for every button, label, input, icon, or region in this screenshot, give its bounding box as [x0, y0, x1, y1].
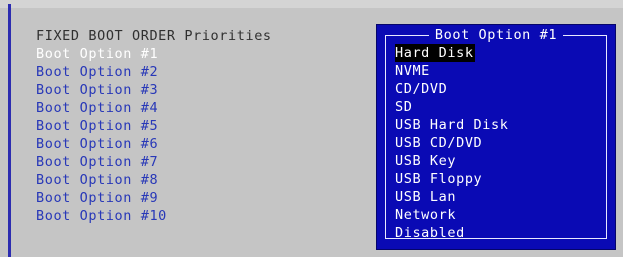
popup-title-row: Boot Option #1 [377, 26, 615, 44]
boot-option-2[interactable]: Boot Option #2 [36, 63, 272, 81]
boot-option-6[interactable]: Boot Option #6 [36, 135, 272, 153]
boot-option-5[interactable]: Boot Option #5 [36, 117, 272, 135]
popup-item-usb-cd-dvd[interactable]: USB CD/DVD [395, 134, 482, 152]
top-band [0, 0, 623, 8]
boot-option-8[interactable]: Boot Option #8 [36, 171, 272, 189]
popup-item-disabled[interactable]: Disabled [395, 224, 465, 242]
popup-item-usb-lan[interactable]: USB Lan [395, 188, 456, 206]
boot-order-list: FIXED BOOT ORDER Priorities Boot Option … [36, 27, 272, 225]
popup-item-network[interactable]: Network [395, 206, 456, 224]
left-frame-border [8, 4, 11, 257]
boot-order-heading: FIXED BOOT ORDER Priorities [36, 28, 272, 44]
popup-item-usb-key[interactable]: USB Key [395, 152, 456, 170]
boot-option-4[interactable]: Boot Option #4 [36, 99, 272, 117]
popup-item-usb-floppy[interactable]: USB Floppy [395, 170, 482, 188]
popup-item-hard-disk[interactable]: Hard Disk [395, 44, 475, 62]
bios-boot-screen: FIXED BOOT ORDER Priorities Boot Option … [0, 0, 623, 257]
boot-option-1[interactable]: Boot Option #1 [36, 45, 272, 63]
popup-menu: Hard Disk NVME CD/DVD SD USB Hard Disk U… [395, 44, 508, 242]
popup-item-nvme[interactable]: NVME [395, 62, 430, 80]
boot-option-10[interactable]: Boot Option #10 [36, 207, 272, 225]
boot-option-3[interactable]: Boot Option #3 [36, 81, 272, 99]
popup-item-sd[interactable]: SD [395, 98, 412, 116]
popup-item-cd-dvd[interactable]: CD/DVD [395, 80, 447, 98]
popup-item-usb-hard-disk[interactable]: USB Hard Disk [395, 116, 508, 134]
boot-option-popup: Boot Option #1 Hard Disk NVME CD/DVD SD … [376, 24, 616, 250]
popup-title: Boot Option #1 [428, 27, 564, 43]
boot-option-9[interactable]: Boot Option #9 [36, 189, 272, 207]
boot-option-7[interactable]: Boot Option #7 [36, 153, 272, 171]
